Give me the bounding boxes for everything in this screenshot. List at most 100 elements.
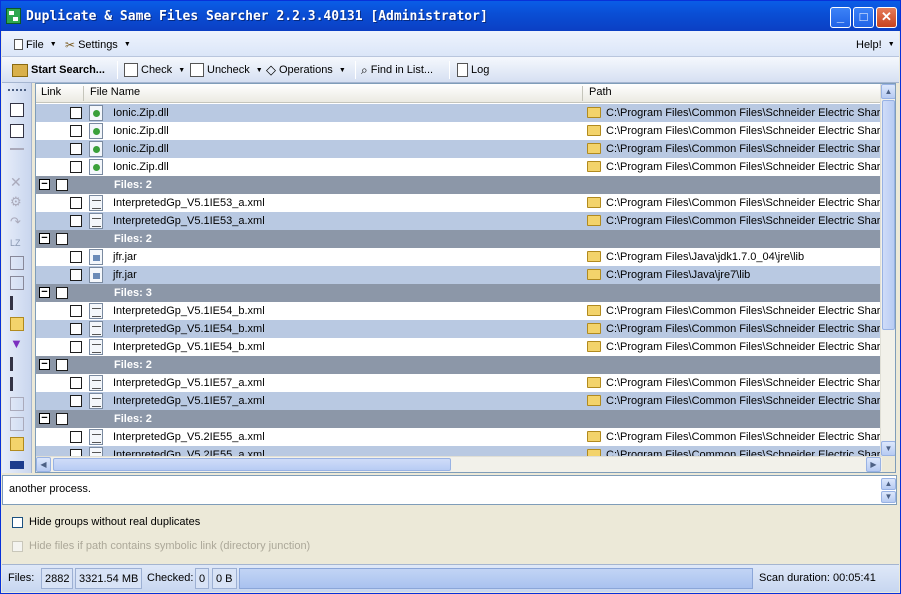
group-row[interactable]: − Files: 2	[36, 356, 882, 374]
minimize-button[interactable]: _	[830, 7, 851, 28]
group-checkbox[interactable]	[56, 359, 68, 371]
file-row[interactable]: Ionic.Zip.dll C:\Program Files\Common Fil…	[36, 158, 882, 176]
file-row[interactable]: InterpretedGp_V5.1IE53_a.xml C:\Program F…	[36, 212, 882, 230]
file-checkbox[interactable]	[70, 305, 82, 317]
file-checkbox[interactable]	[70, 143, 82, 155]
message-box[interactable]: another process. ▲ ▼	[2, 475, 897, 505]
start-search-button[interactable]: Start Search...	[12, 60, 105, 80]
file-checkbox[interactable]	[70, 449, 82, 456]
menu-settings[interactable]: ✂ Settings ▼	[65, 36, 131, 53]
file-checkbox[interactable]	[70, 251, 82, 263]
maximize-button[interactable]: □	[853, 7, 874, 28]
group-row[interactable]: − Files: 3	[36, 284, 882, 302]
file-checkbox[interactable]	[70, 395, 82, 407]
check-button[interactable]: Check ▼	[124, 60, 185, 80]
uncheck-button[interactable]: Uncheck ▼	[190, 60, 263, 80]
group-row[interactable]: − Files: 2	[36, 410, 882, 428]
file-checkbox[interactable]	[70, 161, 82, 173]
column-divider[interactable]	[582, 86, 583, 101]
column-header-link[interactable]: Link	[41, 86, 61, 98]
scroll-up-icon[interactable]: ▲	[881, 478, 896, 490]
copy-icon[interactable]	[10, 103, 24, 117]
close-button[interactable]: ✕	[876, 7, 897, 28]
file-checkbox[interactable]	[70, 341, 82, 353]
hide-symlinks-checkbox[interactable]: Hide files if path contains symbolic lin…	[12, 540, 310, 552]
checkbox-box[interactable]	[12, 540, 23, 552]
title-bar[interactable]: Duplicate & Same Files Searcher 2.2.3.40…	[1, 1, 900, 31]
rename-icon[interactable]	[10, 148, 24, 162]
list-icon[interactable]	[10, 357, 24, 371]
column-header-path[interactable]: Path	[589, 86, 612, 98]
group-checkbox[interactable]	[56, 287, 68, 299]
file-row[interactable]: Ionic.Zip.dll C:\Program Files\Common Fil…	[36, 122, 882, 140]
gear-icon[interactable]: ⚙	[10, 195, 24, 209]
file-row[interactable]: jfr.jar C:\Program Files\Java\jdk1.7.0_04…	[36, 248, 882, 266]
column-header-file-name[interactable]: File Name	[90, 86, 140, 98]
move-icon[interactable]: ↷	[10, 215, 24, 229]
link-icon[interactable]	[10, 256, 24, 270]
menu-file[interactable]: File ▼	[14, 36, 57, 53]
file-row[interactable]: jfr.jar C:\Program Files\Java\jre7\lib	[36, 266, 882, 284]
file-checkbox[interactable]	[70, 215, 82, 227]
file-checkbox[interactable]	[70, 107, 82, 119]
list-check-icon[interactable]	[10, 377, 24, 391]
file-row[interactable]: InterpretedGp_V5.1IE53_a.xml C:\Program F…	[36, 194, 882, 212]
collapse-icon[interactable]: −	[39, 413, 50, 424]
scroll-right-icon[interactable]: ▶	[866, 457, 881, 472]
group-checkbox[interactable]	[56, 179, 68, 191]
horizontal-scroll-thumb[interactable]	[53, 458, 451, 471]
file-path: C:\Program Files\Common Files\Schneider …	[606, 449, 882, 456]
log-button[interactable]: Log	[457, 60, 489, 80]
file-checkbox[interactable]	[70, 197, 82, 209]
collapse-icon[interactable]: −	[39, 233, 50, 244]
file-checkbox[interactable]	[70, 125, 82, 137]
group-row[interactable]: − Files: 2	[36, 176, 882, 194]
duplicate-icon[interactable]	[10, 124, 24, 138]
collapse-icon[interactable]: −	[39, 179, 50, 190]
export-icon[interactable]	[10, 397, 24, 411]
file-checkbox[interactable]	[70, 323, 82, 335]
file-row[interactable]: InterpretedGp_V5.1IE57_a.xml C:\Program F…	[36, 374, 882, 392]
column-icon[interactable]	[10, 296, 24, 310]
file-checkbox[interactable]	[70, 431, 82, 443]
scroll-down-icon[interactable]: ▼	[881, 441, 895, 456]
compress-icon[interactable]: LZ	[10, 236, 24, 250]
file-row[interactable]: InterpretedGp_V5.2IE55_a.xml C:\Program F…	[36, 446, 882, 456]
checked-count: 0	[195, 568, 210, 589]
vertical-scroll-thumb[interactable]	[882, 100, 895, 330]
column-divider[interactable]	[83, 86, 84, 101]
group-label: Files: 2	[114, 359, 152, 371]
folders-icon[interactable]	[10, 437, 24, 451]
find-in-list-button[interactable]: ⌕ Find in List...	[361, 60, 433, 80]
file-row[interactable]: InterpretedGp_V5.1IE54_b.xml C:\Program F…	[36, 302, 882, 320]
delete-icon[interactable]: ✕	[10, 175, 24, 189]
file-row[interactable]: InterpretedGp_V5.1IE57_a.xml C:\Program F…	[36, 392, 882, 410]
operations-button[interactable]: ◇ Operations ▼	[266, 60, 346, 80]
file-row[interactable]: InterpretedGp_V5.1IE54_b.xml C:\Program F…	[36, 320, 882, 338]
import-icon[interactable]	[10, 417, 24, 431]
collapse-icon[interactable]: −	[39, 287, 50, 298]
menu-help[interactable]: Help! ▼	[856, 36, 895, 53]
group-checkbox[interactable]	[56, 413, 68, 425]
collapse-icon[interactable]: −	[39, 359, 50, 370]
vertical-scrollbar[interactable]: ▲ ▼	[880, 84, 895, 456]
file-row[interactable]: InterpretedGp_V5.1IE54_b.xml C:\Program F…	[36, 338, 882, 356]
scroll-up-icon[interactable]: ▲	[881, 84, 895, 99]
expand-icon[interactable]	[10, 461, 24, 469]
horizontal-scrollbar[interactable]: ◀ ▶	[36, 456, 882, 472]
file-name: jfr.jar	[113, 269, 137, 281]
file-row[interactable]: Ionic.Zip.dll C:\Program Files\Common Fil…	[36, 104, 882, 122]
file-row[interactable]: InterpretedGp_V5.2IE55_a.xml C:\Program F…	[36, 428, 882, 446]
unlink-icon[interactable]	[10, 276, 24, 290]
scroll-down-icon[interactable]: ▼	[881, 491, 896, 503]
folder-check-icon[interactable]	[10, 317, 24, 331]
checkbox-box[interactable]	[12, 516, 23, 528]
group-row[interactable]: − Files: 2	[36, 230, 882, 248]
file-checkbox[interactable]	[70, 377, 82, 389]
group-checkbox[interactable]	[56, 233, 68, 245]
file-checkbox[interactable]	[70, 269, 82, 281]
file-row[interactable]: Ionic.Zip.dll C:\Program Files\Common Fil…	[36, 140, 882, 158]
filter-icon[interactable]: ▼	[10, 337, 24, 351]
hide-groups-checkbox[interactable]: Hide groups without real duplicates	[12, 516, 200, 528]
scroll-left-icon[interactable]: ◀	[36, 457, 51, 472]
